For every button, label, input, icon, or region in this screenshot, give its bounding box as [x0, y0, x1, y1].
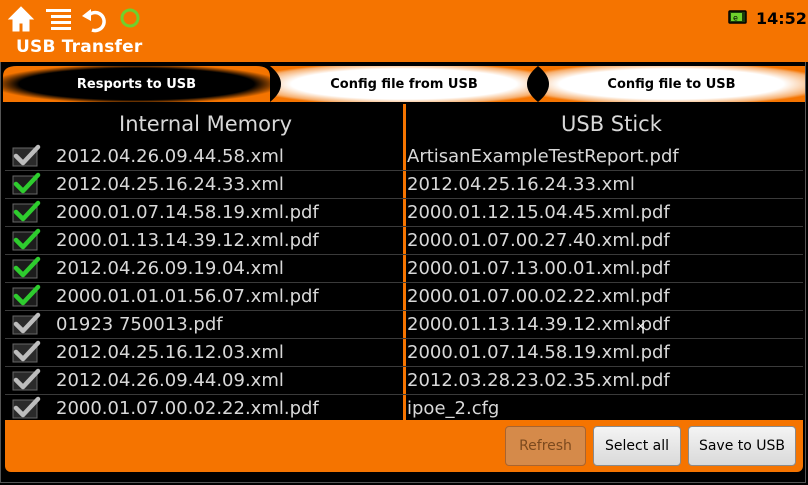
internal-file-name[interactable]: 2000.01.07.14.58.19.xml.pdf — [56, 202, 319, 223]
usb-file-name[interactable]: 2012.04.25.16.24.33.xml — [407, 174, 635, 195]
checkmark-icon[interactable] — [11, 368, 41, 392]
row-separator — [5, 310, 803, 311]
checkmark-icon[interactable] — [11, 396, 41, 420]
tab-reports-to-usb[interactable]: Resports to USB — [3, 66, 270, 102]
save-to-usb-button[interactable]: Save to USB — [688, 426, 796, 466]
usb-file-name[interactable]: 2012.03.28.23.02.35.xml.pdf — [407, 370, 670, 391]
undo-icon[interactable] — [80, 4, 110, 34]
internal-file-name[interactable]: 2000.01.13.14.39.12.xml.pdf — [56, 230, 319, 251]
checkmark-icon[interactable] — [11, 256, 41, 280]
checkmark-icon[interactable] — [11, 200, 41, 224]
usb-stick-header: USB Stick — [561, 112, 662, 136]
internal-file-name[interactable]: 2012.04.26.09.19.04.xml — [56, 258, 284, 279]
column-divider — [403, 104, 406, 420]
internal-file-name[interactable]: 2000.01.01.01.56.07.xml.pdf — [56, 286, 319, 307]
row-separator — [5, 254, 803, 255]
tab-config-from-usb[interactable]: Config file from USB — [270, 66, 538, 102]
usb-file-name[interactable]: 2000.01.07.13.00.01.xml.pdf — [407, 258, 670, 279]
internal-file-name[interactable]: 01923 750013.pdf — [56, 314, 223, 335]
checkmark-icon[interactable] — [11, 312, 41, 336]
circle-icon[interactable] — [116, 4, 146, 34]
usb-file-name[interactable]: 2000.01.07.14.58.19.xml.pdf — [407, 342, 670, 363]
checkmark-icon[interactable] — [11, 284, 41, 308]
checkmark-icon[interactable] — [11, 144, 41, 168]
select-all-button[interactable]: Select all — [593, 426, 681, 466]
row-separator — [5, 366, 803, 367]
row-separator — [5, 338, 803, 339]
bottom-action-bar — [5, 420, 803, 472]
tab-bar: Resports to USB Config file from USB Con… — [3, 66, 805, 102]
status-clock: 14:52 — [756, 9, 807, 28]
internal-memory-header: Internal Memory — [119, 112, 293, 136]
checkmark-icon[interactable] — [11, 172, 41, 196]
internal-file-name[interactable]: 2012.04.26.09.44.58.xml — [56, 146, 284, 167]
internal-file-name[interactable]: 2000.01.07.00.02.22.xml.pdf — [56, 398, 319, 419]
tab-label: Resports to USB — [76, 76, 197, 92]
refresh-button[interactable]: Refresh — [505, 426, 586, 466]
checkmark-icon[interactable] — [11, 340, 41, 364]
internal-file-name[interactable]: 2012.04.26.09.44.09.xml — [56, 370, 284, 391]
tab-label: Config file from USB — [330, 76, 478, 92]
close-x-icon: ✕ — [636, 320, 646, 333]
checkmark-icon[interactable] — [11, 228, 41, 252]
app-title: USB Transfer — [16, 37, 143, 57]
action-bar: USB Transfer e 14:52 — [0, 0, 808, 62]
usb-file-name[interactable]: ArtisanExampleTestReport.pdf — [407, 146, 679, 167]
home-icon[interactable] — [6, 4, 36, 34]
usb-file-name[interactable]: 2000.01.12.15.04.45.xml.pdf — [407, 202, 670, 223]
menu-list-icon[interactable] — [44, 4, 74, 34]
internal-file-name[interactable]: 2012.04.25.16.12.03.xml — [56, 342, 284, 363]
svg-text:e: e — [733, 14, 738, 23]
battery-icon: e — [728, 9, 748, 24]
row-separator — [5, 170, 803, 171]
usb-file-name[interactable]: 2000.01.07.00.27.40.xml.pdf — [407, 230, 670, 251]
row-separator — [5, 394, 803, 395]
usb-file-name[interactable]: 2000.01.13.14.39.12.xml.pdf — [407, 314, 670, 335]
internal-file-name[interactable]: 2012.04.25.16.24.33.xml — [56, 174, 284, 195]
row-separator — [5, 226, 803, 227]
tab-label: Config file to USB — [607, 76, 736, 92]
usb-file-name[interactable]: ipoe_2.cfg — [407, 398, 499, 419]
row-separator — [5, 198, 803, 199]
usb-file-name[interactable]: 2000.01.07.00.02.22.xml.pdf — [407, 286, 670, 307]
row-separator — [5, 282, 803, 283]
tab-config-to-usb[interactable]: Config file to USB — [538, 66, 805, 102]
